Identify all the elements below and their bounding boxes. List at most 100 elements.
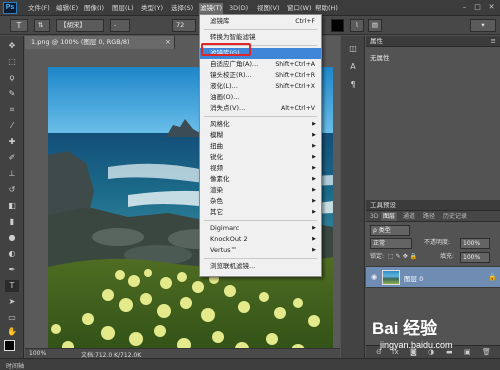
font-style-select[interactable]: - [110,19,130,32]
filter-menu-item[interactable]: 风格化 ▶ [200,119,321,130]
history-brush-tool-icon[interactable]: ↺ [5,184,19,196]
menu-view[interactable]: 视图(V) [256,4,281,14]
opacity-label: 不透明度: [424,239,451,246]
filter-menu-item[interactable]: Digimarc ▶ [200,223,321,234]
minimize-icon[interactable]: – [459,2,470,12]
maximize-icon[interactable]: □ [472,2,483,12]
marquee-tool-icon[interactable]: ⬚ [5,56,19,68]
healing-brush-tool-icon[interactable]: ✚ [5,136,19,148]
menu-file[interactable]: 文件(F) [27,4,51,14]
submenu-arrow-icon: ▶ [312,132,316,138]
crop-tool-icon[interactable]: ⌗ [5,104,19,116]
path-select-tool-icon[interactable]: ➤ [5,296,19,308]
filter-menu-item[interactable]: 扭曲 ▶ [200,141,321,152]
layer-filter-select[interactable]: ρ 类型 [370,225,410,236]
tab-history[interactable]: 历史记录 [441,212,469,221]
tab-3d[interactable]: 3D [368,212,380,221]
filter-menu-item[interactable]: 视频 ▶ [200,163,321,174]
filter-menu-item[interactable]: 锐化 ▶ [200,152,321,163]
tab-paths[interactable]: 路径 [421,212,437,221]
filter-menu-item[interactable]: 消失点(V)... Alt+Ctrl+V [200,103,321,114]
warp-text-icon[interactable]: ⌇ [350,19,364,32]
panel-menu-icon[interactable]: ≡ [491,36,496,47]
close-icon[interactable]: ✕ [486,2,497,12]
menu-3d[interactable]: 3D(D) [228,4,249,14]
paragraph-panel-icon[interactable]: ¶ [345,78,361,92]
submenu-arrow-icon: ▶ [312,154,316,160]
clone-stamp-tool-icon[interactable]: ⊥ [5,168,19,180]
lock-icons[interactable]: ⬚✎✥🔒 [388,251,419,263]
menu-edit[interactable]: 编辑(E) [55,4,79,14]
menu-window[interactable]: 窗口(W) [286,4,313,14]
zoom-level[interactable]: 100% [29,350,46,357]
filter-menu-item-label: 其它 [210,208,223,216]
blur-tool-icon[interactable]: ● [5,232,19,244]
document-tab-title: 1.png @ 100% (图层 0, RGB/8) [31,38,130,46]
text-orientation-toggle[interactable]: ⇅ [34,19,50,32]
timeline-label[interactable]: 时间轴 [6,361,24,370]
eraser-tool-icon[interactable]: ◧ [5,200,19,212]
gradient-tool-icon[interactable]: ▮ [5,216,19,228]
filter-menu-item[interactable]: 自适应广角(A)... Shift+Ctrl+A [200,59,321,70]
dodge-tool-icon[interactable]: ◐ [5,248,19,260]
quick-select-tool-icon[interactable]: ✎ [5,88,19,100]
watermark-url: jingyan.baidu.com [380,340,453,350]
document-tab[interactable]: 1.png @ 100% (图层 0, RGB/8) × [25,36,175,49]
filter-menu-item[interactable]: 杂色 ▶ [200,196,321,207]
filter-menu-item-label: 风格化 [210,120,230,128]
layer-name[interactable]: 图层 0 [404,273,423,283]
close-tab-icon[interactable]: × [165,36,171,49]
filter-menu-item-label: 转换为智能滤镜 [210,33,256,41]
filter-menu-item[interactable]: KnockOut 2 ▶ [200,234,321,245]
filter-menu-item[interactable]: 镜头校正(R)... Shift+Ctrl+R [200,70,321,81]
lasso-tool-icon[interactable]: ϙ [5,72,19,84]
filter-menu-item[interactable]: 像素化 ▶ [200,174,321,185]
brush-tool-icon[interactable]: ✐ [5,152,19,164]
layer-row[interactable]: ◉ 图层 0 🔒 [366,266,500,288]
filter-menu-item-label: 模糊 [210,131,223,139]
font-size-select[interactable]: 72 [172,19,196,32]
menu-layer[interactable]: 图层(L) [111,4,135,14]
character-panel-icon[interactable]: A [345,60,361,74]
menu-image[interactable]: 图像(I) [83,4,105,14]
filter-menu-item[interactable]: 油画(O)... [200,92,321,103]
filter-menu-item-shortcut: Shift+Ctrl+R [275,72,315,79]
blend-mode-select[interactable]: 正常 [370,238,412,249]
foreground-color-swatch[interactable] [4,340,15,351]
properties-header: 属性 ≡ [366,36,500,47]
pen-tool-icon[interactable]: ✒ [5,264,19,276]
menu-separator [204,116,317,117]
filter-menu-item[interactable]: 模糊 ▶ [200,130,321,141]
text-color-swatch[interactable] [331,19,344,32]
opacity-input[interactable]: 100% [460,238,490,249]
shape-tool-icon[interactable]: ▭ [5,312,19,324]
tab-layers[interactable]: 图层 [381,212,398,221]
menu-select[interactable]: 选择(S) [170,4,194,14]
history-panel-icon[interactable]: ◫ [345,42,361,56]
workspace-switcher[interactable]: ▾ [470,19,496,32]
tab-channels[interactable]: 通道 [401,212,417,221]
fill-input[interactable]: 100% [460,252,490,263]
filter-menu-item[interactable]: 渲染 ▶ [200,185,321,196]
filter-menu-item-label: Vertus™ [210,246,238,254]
filter-menu-item[interactable]: 液化(L)... Shift+Ctrl+X [200,81,321,92]
filter-menu-item-label: 消失点(V)... [210,104,246,112]
filter-menu-item[interactable]: 滤镜库 Ctrl+F [200,16,321,27]
type-tool-icon[interactable]: T [10,19,28,32]
watermark-logo: Bai 经验 [372,319,438,338]
hand-tool-icon[interactable]: ✋ [5,326,19,338]
filter-menu-item[interactable]: Vertus™ ▶ [200,245,321,256]
font-family-select[interactable]: 【胡宋】 [56,19,104,32]
filter-menu-item[interactable]: 转换为智能滤镜 [200,32,321,43]
character-panel-icon[interactable]: ▤ [368,19,382,32]
menu-help[interactable]: 帮助(H) [314,4,339,14]
layer-thumbnail [382,270,400,285]
eyedropper-tool-icon[interactable]: ⁄ [5,120,19,132]
visibility-eye-icon[interactable]: ◉ [371,273,377,281]
move-tool-icon[interactable]: ✥ [5,40,19,52]
filter-menu-item[interactable]: 其它 ▶ [200,207,321,218]
filter-menu-item[interactable]: 浏览联机滤镜... [200,261,321,272]
type-tool-icon[interactable]: T [5,280,19,292]
photoshop-logo: Ps [3,2,17,14]
menu-type[interactable]: 类型(Y) [140,4,164,14]
